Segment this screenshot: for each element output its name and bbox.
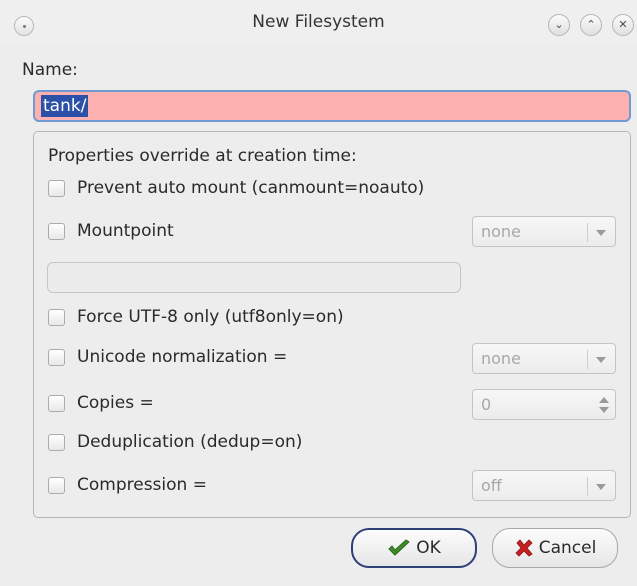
minimize-icon[interactable]: ⌄ [548,14,570,36]
close-icon[interactable]: ✕ [612,14,634,36]
name-input-value: tank/ [41,95,89,117]
compression-combo-value: off [481,476,502,495]
spin-down-icon[interactable] [599,407,609,413]
mountpoint-label: Mountpoint [77,221,174,241]
unicode-normalization-combo[interactable]: none [472,343,616,374]
title-bar: New Filesystem ⌄ ⌃ ✕ [0,0,637,46]
mountpoint-row[interactable]: Mountpoint [48,221,174,241]
name-label: Name: [22,60,78,80]
cancel-button-label: Cancel [538,538,597,558]
copies-spinbox-value: 0 [481,395,492,414]
compression-checkbox[interactable] [48,476,65,494]
prevent-auto-mount-checkbox[interactable] [48,179,65,197]
chevron-down-icon [596,484,606,490]
force-utf8-row[interactable]: Force UTF-8 only (utf8only=on) [48,307,344,327]
combo-separator [587,350,588,369]
copies-label: Copies = [77,393,154,413]
force-utf8-label: Force UTF-8 only (utf8only=on) [77,307,344,327]
prevent-auto-mount-label: Prevent auto mount (canmount=noauto) [77,178,425,198]
mountpoint-path-input[interactable] [47,262,461,293]
copies-row[interactable]: Copies = [48,393,154,413]
ok-button-label: OK [416,538,441,558]
compression-row[interactable]: Compression = [48,475,207,495]
properties-group-title: Properties override at creation time: [48,146,357,166]
unicode-normalization-checkbox[interactable] [48,348,65,366]
name-input[interactable]: tank/ [33,90,631,122]
compression-combo[interactable]: off [472,470,616,501]
mountpoint-checkbox[interactable] [48,222,65,240]
chevron-down-icon [596,230,606,236]
window-title: New Filesystem [252,12,385,32]
mountpoint-combo-value: none [481,222,521,241]
maximize-icon[interactable]: ⌃ [580,14,602,36]
force-utf8-checkbox[interactable] [48,308,65,326]
chevron-down-icon [596,357,606,363]
combo-separator [587,477,588,496]
mountpoint-combo[interactable]: none [472,216,616,247]
red-x-icon [515,539,533,557]
deduplication-checkbox[interactable] [48,433,65,451]
spin-up-icon[interactable] [599,397,609,403]
unicode-normalization-combo-value: none [481,349,521,368]
copies-checkbox[interactable] [48,394,65,412]
deduplication-row[interactable]: Deduplication (dedup=on) [48,432,302,452]
green-checkmark-icon [388,539,411,556]
copies-spinbox[interactable]: 0 [472,389,616,420]
unicode-normalization-label: Unicode normalization = [77,347,288,367]
unicode-normalization-row[interactable]: Unicode normalization = [48,347,287,367]
ok-button[interactable]: OK [351,528,477,568]
compression-label: Compression = [77,475,207,495]
cancel-button[interactable]: Cancel [492,528,618,568]
deduplication-label: Deduplication (dedup=on) [77,432,303,452]
prevent-auto-mount-row[interactable]: Prevent auto mount (canmount=noauto) [48,178,495,198]
combo-separator [587,223,588,242]
